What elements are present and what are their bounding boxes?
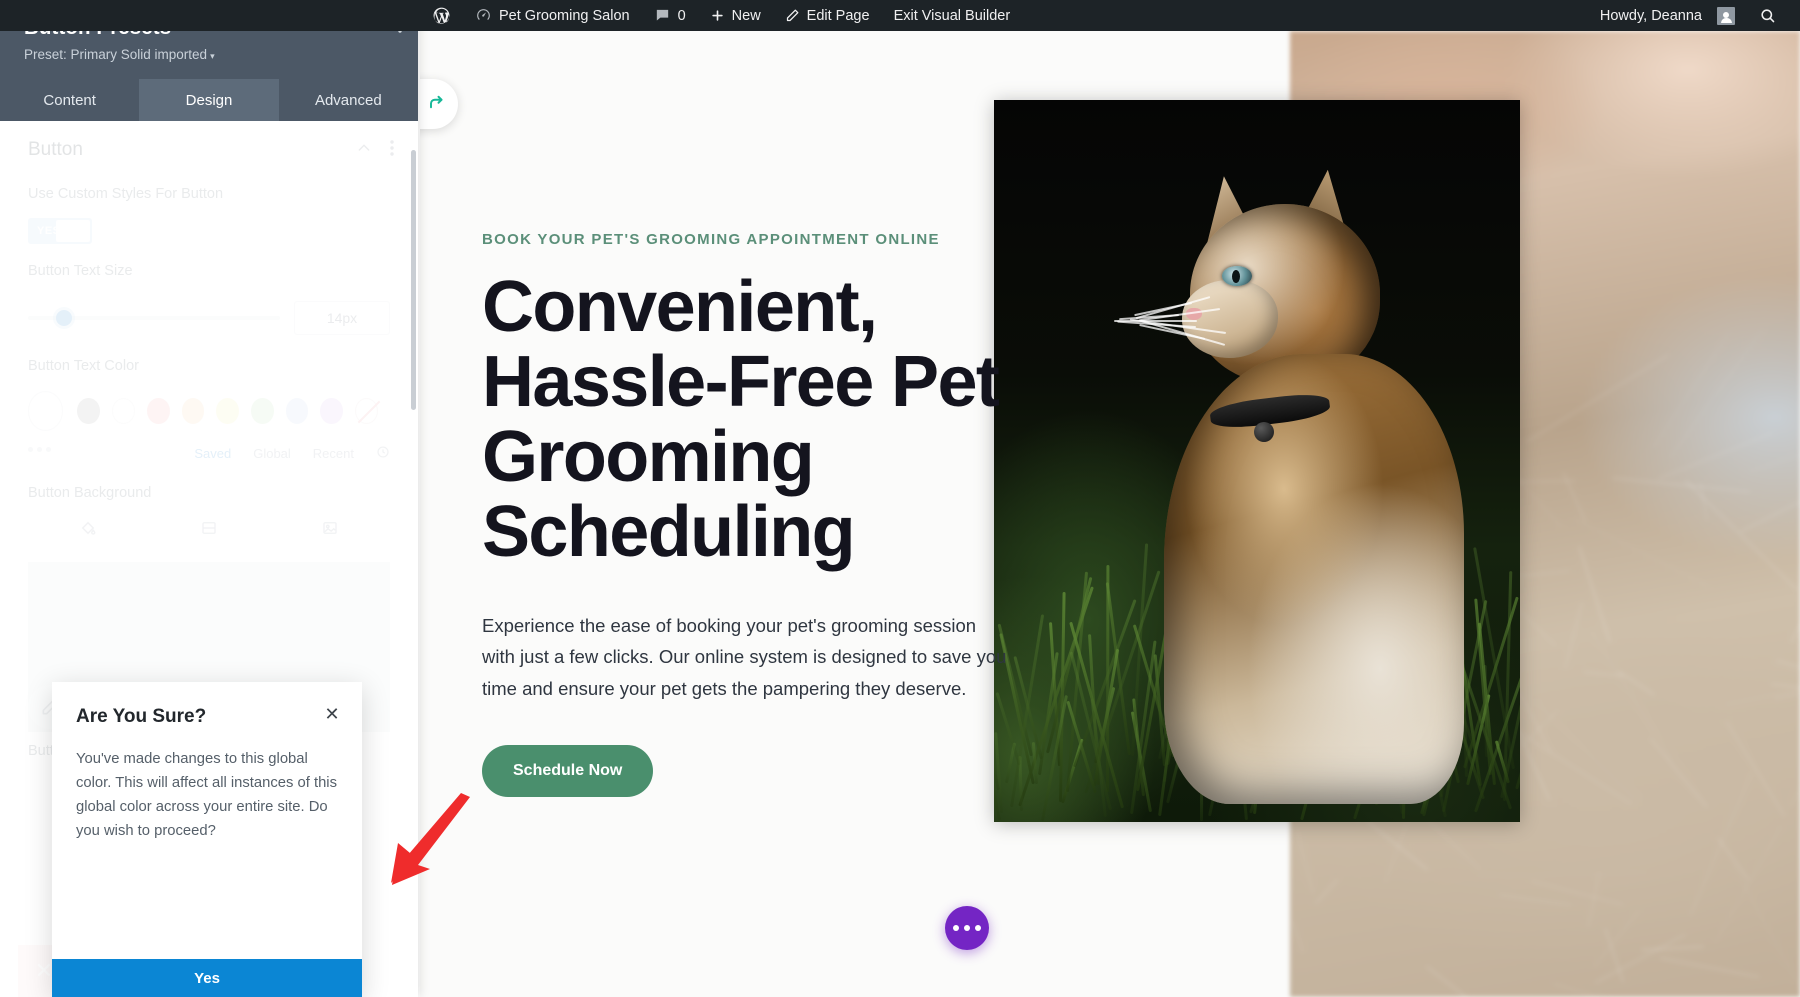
exit-visual-builder-label: Exit Visual Builder bbox=[894, 8, 1011, 24]
background-type-row bbox=[28, 519, 390, 542]
panel-scrollbar[interactable] bbox=[411, 150, 416, 410]
swatch-yellow[interactable] bbox=[216, 398, 239, 424]
account-menu[interactable]: Howdy, Deanna bbox=[1588, 0, 1747, 31]
button-text-size-label: Button Text Size bbox=[28, 262, 390, 282]
button-text-color-label: Button Text Color bbox=[28, 357, 390, 377]
new-content-menu[interactable]: New bbox=[698, 0, 773, 31]
wordpress-logo-icon[interactable] bbox=[420, 0, 463, 31]
dashboard-icon bbox=[475, 7, 492, 24]
close-x-icon[interactable]: ✕ bbox=[322, 704, 342, 724]
search-button[interactable] bbox=[1747, 0, 1788, 31]
vertical-ellipsis-icon[interactable] bbox=[390, 140, 394, 161]
color-tab-recent[interactable]: Recent bbox=[313, 446, 354, 461]
text-size-slider[interactable] bbox=[28, 316, 280, 320]
confirm-yes-button[interactable]: Yes bbox=[52, 959, 362, 997]
ellipsis-icon[interactable] bbox=[28, 447, 51, 452]
color-picker-preview[interactable] bbox=[28, 391, 63, 431]
edit-page-label: Edit Page bbox=[807, 8, 870, 24]
gradient-icon[interactable] bbox=[200, 519, 218, 542]
toggle-knob bbox=[56, 220, 90, 242]
annotation-arrow-icon bbox=[358, 793, 478, 893]
builder-redo-tab[interactable] bbox=[420, 79, 458, 129]
color-swatch-row bbox=[28, 391, 390, 431]
hero-section: BOOK YOUR PET'S GROOMING APPOINTMENT ONL… bbox=[482, 231, 1022, 797]
panel-tabs: Content Design Advanced bbox=[0, 79, 418, 121]
field-button-background: Button Background bbox=[0, 484, 418, 543]
dialog-title: Are You Sure? bbox=[76, 706, 338, 728]
new-label: New bbox=[732, 8, 761, 24]
swatch-gray[interactable] bbox=[77, 398, 100, 424]
use-custom-styles-label: Use Custom Styles For Button bbox=[28, 185, 390, 205]
preset-label: Preset: Primary Solid imported bbox=[24, 47, 207, 62]
comments-count: 0 bbox=[678, 8, 686, 24]
site-name-label: Pet Grooming Salon bbox=[499, 8, 630, 24]
page-title: Convenient, Hassle-Free Pet Grooming Sch… bbox=[482, 270, 1022, 570]
use-custom-styles-toggle[interactable]: YES bbox=[28, 218, 92, 244]
swatch-pink[interactable] bbox=[147, 398, 170, 424]
howdy-label: Howdy, Deanna bbox=[1600, 8, 1702, 24]
button-background-label: Button Background bbox=[28, 484, 390, 504]
section-button-header[interactable]: Button bbox=[0, 121, 418, 175]
section-title: Button bbox=[28, 139, 83, 161]
color-source-tabs: Saved Global Recent bbox=[194, 445, 390, 462]
pencil-icon bbox=[785, 8, 800, 23]
tab-content[interactable]: Content bbox=[0, 79, 139, 121]
edit-page-link[interactable]: Edit Page bbox=[773, 0, 882, 31]
swatch-green[interactable] bbox=[251, 398, 274, 424]
swatch-blue[interactable] bbox=[286, 398, 309, 424]
swatch-none[interactable] bbox=[355, 398, 378, 424]
comments-menu[interactable]: 0 bbox=[642, 0, 698, 31]
preset-selector[interactable]: Preset: Primary Solid imported ▾ bbox=[24, 47, 398, 62]
wordpress-admin-bar: Pet Grooming Salon 0 New Edit Page Exit … bbox=[0, 0, 1800, 31]
slider-handle[interactable] bbox=[56, 310, 72, 326]
exit-visual-builder-link[interactable]: Exit Visual Builder bbox=[882, 0, 1023, 31]
tab-design[interactable]: Design bbox=[139, 79, 278, 121]
search-icon bbox=[1759, 7, 1776, 24]
field-button-text-color: Button Text Color Saved Global Recent bbox=[0, 357, 418, 462]
hero-paragraph: Experience the ease of booking your pet'… bbox=[482, 610, 1012, 705]
cat-photo-card[interactable] bbox=[994, 100, 1520, 822]
dialog-message: You've made changes to this global color… bbox=[52, 728, 362, 844]
chevron-down-icon: ▾ bbox=[210, 51, 215, 61]
swatch-orange[interactable] bbox=[182, 398, 205, 424]
ellipsis-icon bbox=[953, 925, 959, 931]
schedule-now-button[interactable]: Schedule Now bbox=[482, 745, 653, 797]
plus-icon bbox=[710, 8, 725, 23]
page-settings-fab[interactable] bbox=[945, 906, 989, 950]
swatch-purple[interactable] bbox=[320, 398, 343, 424]
image-icon[interactable] bbox=[321, 519, 339, 542]
hero-eyebrow: BOOK YOUR PET'S GROOMING APPOINTMENT ONL… bbox=[482, 231, 1022, 248]
site-name-menu[interactable]: Pet Grooming Salon bbox=[463, 0, 642, 31]
color-fill-icon[interactable] bbox=[79, 519, 97, 542]
field-button-text-size: Button Text Size 14px bbox=[0, 262, 418, 336]
user-avatar-icon bbox=[1717, 7, 1735, 25]
swatch-white[interactable] bbox=[112, 398, 135, 424]
redo-arrow-icon bbox=[428, 93, 446, 116]
visual-builder-canvas: BOOK YOUR PET'S GROOMING APPOINTMENT ONL… bbox=[420, 31, 1800, 997]
text-size-value[interactable]: 14px bbox=[294, 301, 390, 335]
chevron-up-icon[interactable] bbox=[356, 140, 372, 161]
comment-bubble-icon bbox=[654, 7, 671, 24]
cat-illustration bbox=[1104, 184, 1464, 804]
color-tab-saved[interactable]: Saved bbox=[194, 446, 231, 461]
color-tab-global[interactable]: Global bbox=[253, 446, 291, 461]
field-use-custom-styles: Use Custom Styles For Button YES bbox=[0, 185, 418, 244]
tab-advanced[interactable]: Advanced bbox=[279, 79, 418, 121]
confirm-dialog: Are You Sure? ✕ You've made changes to t… bbox=[52, 682, 362, 997]
history-clock-icon[interactable] bbox=[376, 445, 390, 462]
